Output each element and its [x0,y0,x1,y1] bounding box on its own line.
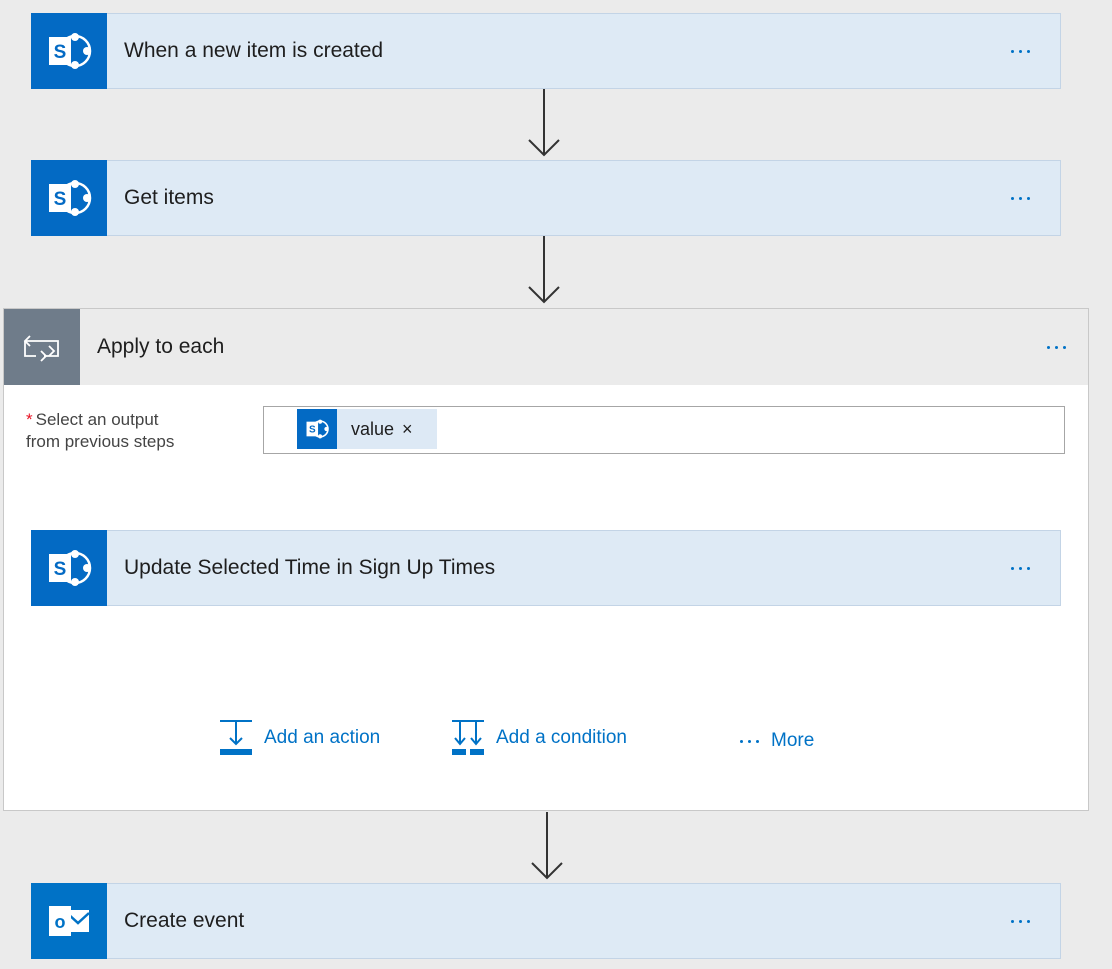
add-condition-label: Add a condition [496,727,627,748]
label-line-1: Select an output [35,410,159,429]
apply-to-each-header[interactable]: Apply to each [4,309,1088,385]
output-select-input[interactable]: S value × [263,406,1065,454]
svg-text:S: S [54,559,67,580]
step-card-update-item[interactable]: S Update Selected Time in Sign Up Times [31,529,1061,606]
token-label: value [351,418,395,439]
sharepoint-icon: S [31,12,107,89]
label-line-2: from previous steps [26,432,175,451]
sharepoint-icon: S [297,409,337,449]
svg-text:S: S [309,425,316,436]
add-action-icon [220,720,252,755]
more-options-button[interactable] [1009,914,1032,929]
more-dots-icon [740,739,759,743]
more-options-button[interactable] [1009,191,1032,206]
more-options-button[interactable] [1045,340,1068,355]
more-options-button[interactable] [1009,561,1032,576]
remove-token-button[interactable]: × [402,419,413,440]
sharepoint-icon: S [31,159,107,236]
dynamic-content-token[interactable]: S value × [297,409,437,449]
sharepoint-icon: S [31,529,107,606]
required-marker: * [26,410,33,429]
flow-arrow-icon [528,89,560,157]
apply-to-each-scope: Apply to each * Select an output from pre… [3,308,1089,811]
svg-text:S: S [54,189,67,210]
step-title: Create event [124,909,245,932]
step-title: When a new item is created [124,39,384,62]
step-title: Update Selected Time in Sign Up Times [124,556,496,579]
add-condition-icon [452,720,484,755]
output-field-label: * Select an output from previous steps [26,409,246,453]
more-button[interactable]: More [740,730,814,752]
step-title: Apply to each [97,335,225,358]
step-title: Get items [124,186,214,209]
add-condition-button[interactable]: Add a condition [450,718,627,758]
step-card-get-items[interactable]: S Get items [31,159,1061,236]
loop-icon [4,309,80,385]
add-action-label: Add an action [264,727,381,748]
flow-arrow-icon [531,812,563,880]
more-label: More [771,730,815,751]
flow-arrow-icon [528,236,560,304]
step-card-trigger[interactable]: S When a new item is created [31,12,1061,89]
more-options-button[interactable] [1009,44,1032,59]
svg-text:S: S [54,42,67,63]
outlook-icon: o [31,882,107,959]
step-card-create-event[interactable]: o Create event [31,882,1061,959]
add-action-button[interactable]: Add an action [218,718,380,758]
svg-text:o: o [55,912,66,932]
scope-action-bar: Add an action Add a condition More [4,718,1088,768]
